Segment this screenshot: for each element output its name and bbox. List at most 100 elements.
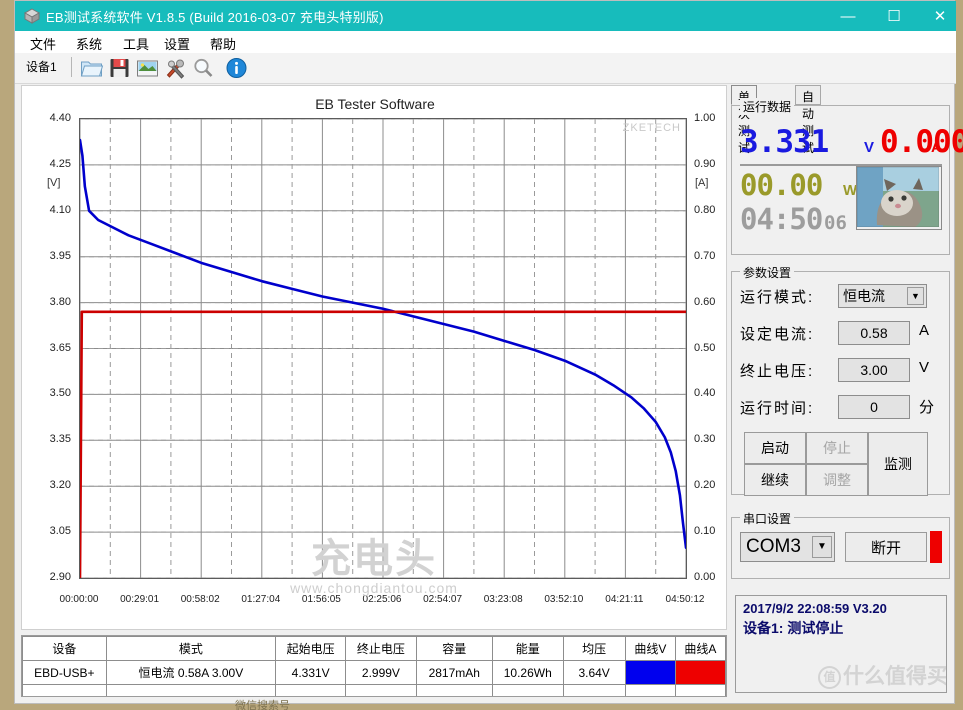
chevron-down-icon[interactable]: ▼ xyxy=(907,287,924,305)
title-bar: EB测试系统软件 V1.8.5 (Build 2016-03-07 充电头特别版… xyxy=(15,1,956,31)
application-window: EB测试系统软件 V1.8.5 (Build 2016-03-07 充电头特别版… xyxy=(14,0,963,704)
plot-watermark: ZKETECH xyxy=(622,122,681,134)
set-current-label: 设定电流: xyxy=(740,326,815,343)
x-axis-tick-label: 00:58:02 xyxy=(180,594,220,605)
power-readout: 00.00 xyxy=(740,168,823,202)
magnifier-button[interactable] xyxy=(191,56,216,80)
device-tab[interactable]: 设备1 xyxy=(22,57,62,77)
running-data-group: 运行数据 3.331 V 0.000 A 00.00 W 04:50 06 xyxy=(731,98,963,255)
image-export-button[interactable] xyxy=(135,56,160,80)
cutoff-voltage-input[interactable]: 3.00 xyxy=(838,358,910,382)
com-port-value: COM3 xyxy=(746,536,801,557)
toolbar: 设备1 xyxy=(15,53,956,84)
y-axis-tick-label: 3.05 xyxy=(49,525,71,538)
maximize-button[interactable]: ☐ xyxy=(871,1,917,31)
chart-panel: EB Tester Software [V] [A] 2.90 3.05 3.20 3… xyxy=(21,85,727,630)
open-folder-icon xyxy=(80,61,104,77)
x-axis-tick-label: 03:52:10 xyxy=(544,594,584,605)
menu-item-tools[interactable]: 工具 xyxy=(118,34,154,53)
log-watermark: 值什么值得买 xyxy=(818,660,947,690)
x-axis-tick-label: 03:23:08 xyxy=(483,594,523,605)
table-cell-empty xyxy=(674,684,726,696)
y-axis-unit-label: [V] xyxy=(47,177,61,189)
adjust-button[interactable]: 调整 xyxy=(806,464,868,496)
table-cell: 3.64V xyxy=(562,660,626,685)
y-axis-tick-label: 3.65 xyxy=(49,341,71,354)
table-body: EBD-USB+ 恒电流 0.58A 3.00V 4.331V 2.999V 2817m… xyxy=(22,660,726,696)
table-cell-empty xyxy=(415,684,493,696)
mode-label: 运行模式: xyxy=(740,289,815,306)
runtime-input[interactable]: 0 xyxy=(838,395,910,419)
table-header-cell: 曲线V xyxy=(624,636,676,661)
mode-combo[interactable]: 恒电流 ▼ xyxy=(838,284,927,308)
voltage-unit: V xyxy=(864,139,875,156)
table-header-cell: 均压 xyxy=(562,636,626,661)
connection-status-led xyxy=(930,531,942,563)
magnifier-icon xyxy=(194,58,213,77)
mode-combo-value: 恒电流 xyxy=(843,288,885,304)
plot-area: ZKETECH xyxy=(79,118,687,579)
stop-button[interactable]: 停止 xyxy=(806,432,868,464)
table-cell-empty xyxy=(624,684,676,696)
com-port-combo[interactable]: COM3 ▼ xyxy=(740,532,835,562)
table-header-cell: 模式 xyxy=(105,636,277,661)
y-axis-tick-label: 4.40 xyxy=(49,112,71,124)
tools-icon xyxy=(166,59,185,79)
set-current-input[interactable]: 0.58 xyxy=(838,321,910,345)
open-folder-button[interactable] xyxy=(79,56,104,80)
info-button[interactable] xyxy=(224,56,249,80)
table-cell: 2.999V xyxy=(345,660,417,685)
serial-port-legend: 串口设置 xyxy=(740,510,795,527)
menu-item-file[interactable]: 文件 xyxy=(25,34,61,53)
monitor-button[interactable]: 监测 xyxy=(868,432,928,496)
running-data-legend: 运行数据 xyxy=(740,98,795,115)
table-row[interactable]: EBD-USB+ 恒电流 0.58A 3.00V 4.331V 2.999V 2817m… xyxy=(22,660,726,685)
current-unit: A xyxy=(931,139,942,156)
menu-item-settings[interactable]: 设置 xyxy=(159,34,195,53)
serial-port-group: 串口设置 COM3 ▼ 断开 xyxy=(731,510,950,579)
table-cell: EBD-USB+ xyxy=(22,660,107,685)
x-axis-tick-label: 01:27:04 xyxy=(241,594,281,605)
set-current-unit: A xyxy=(919,322,930,339)
minimize-button[interactable]: — xyxy=(825,1,871,31)
table-cell-empty xyxy=(491,684,564,696)
runtime-unit: 分 xyxy=(919,399,935,416)
table-header-cell: 起始电压 xyxy=(275,636,347,661)
menu-item-help[interactable]: 帮助 xyxy=(205,34,241,53)
window-title: EB测试系统软件 V1.8.5 (Build 2016-03-07 充电头特别版… xyxy=(46,10,384,25)
page-watermark: 微信搜索号 xyxy=(235,700,290,710)
disconnect-button[interactable]: 断开 xyxy=(845,532,927,562)
save-button[interactable] xyxy=(107,56,132,80)
log-panel: 2017/9/2 22:08:59 V3.20 设备1: 测试停止 值什么值得买 xyxy=(735,595,947,693)
elapsed-time-readout: 04:50 xyxy=(740,202,823,236)
table-header-cell: 能量 xyxy=(491,636,564,661)
y-axis-tick-label: 3.35 xyxy=(49,433,71,446)
results-table-panel: 设备 模式 起始电压 终止电压 容量 能量 均压 曲线V 曲线A EBD-USB+ 恒电流 0.5… xyxy=(21,635,727,697)
table-cell: 恒电流 0.58A 3.00V xyxy=(105,660,277,685)
runtime-label: 运行时间: xyxy=(740,400,815,417)
start-button[interactable]: 启动 xyxy=(744,432,806,464)
chevron-down-icon[interactable]: ▼ xyxy=(812,536,832,558)
table-cell: 4.331V xyxy=(275,660,347,685)
curve-a-color-swatch xyxy=(674,660,726,685)
y-axis-tick-label: 2.90 xyxy=(49,571,71,583)
x-axis-tick-label: 00:29:01 xyxy=(120,594,160,605)
y-axis-tick-label: 3.80 xyxy=(49,295,71,308)
table-row-empty xyxy=(22,684,726,696)
x-axis-tick-label: 02:25:06 xyxy=(362,594,402,605)
right-panel: 单次测试 自动测试 运行数据 3.331 V 0.000 A 00.00 W 0… xyxy=(731,85,963,697)
y-axis-tick-label: 3.95 xyxy=(49,249,71,262)
table-cell-empty xyxy=(22,684,107,696)
cutoff-voltage-unit: V xyxy=(919,359,930,376)
elapsed-seconds-readout: 06 xyxy=(824,212,847,234)
current-readout: 0.000 xyxy=(880,124,963,160)
log-watermark-text: 什么值得买 xyxy=(843,665,947,688)
tools-button[interactable] xyxy=(163,56,188,80)
cutoff-voltage-label: 终止电压: xyxy=(740,363,815,380)
tab-auto-test[interactable]: 自动测试 xyxy=(795,85,822,155)
menu-bar: 文件 系统 工具 设置 帮助 xyxy=(15,31,956,53)
continue-button[interactable]: 继续 xyxy=(744,464,806,496)
y-axis-tick-label: 4.10 xyxy=(49,203,71,216)
menu-item-system[interactable]: 系统 xyxy=(71,34,107,53)
close-button[interactable]: ✕ xyxy=(917,1,963,31)
